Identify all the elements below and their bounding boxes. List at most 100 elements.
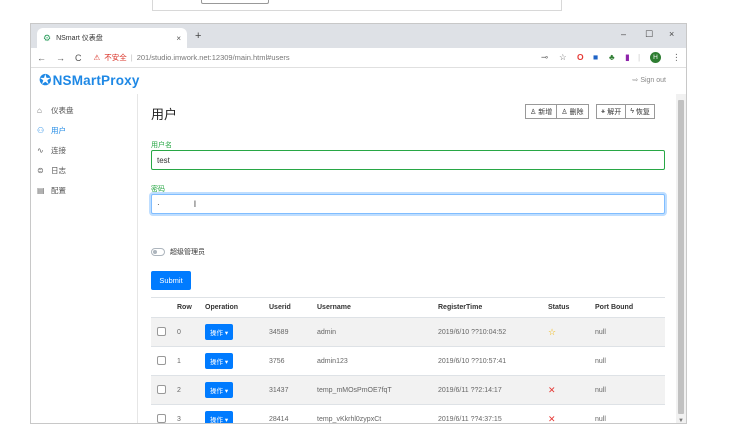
star-icon: ☆ xyxy=(548,326,557,337)
log-icon: ⊜ xyxy=(37,165,44,175)
admin-toggle[interactable]: 超级管理员 xyxy=(151,247,205,257)
userid-cell: 34589 xyxy=(269,317,317,347)
username-input[interactable]: test xyxy=(151,150,665,170)
menu-kebab-icon[interactable]: ⋮ xyxy=(672,52,681,63)
add-user-button[interactable]: ♙ 新增 xyxy=(525,104,558,119)
registertime-cell: 2019/6/11 ??2:14:17 xyxy=(438,375,548,405)
registertime-cell: 2019/6/10 ??10:57:41 xyxy=(438,346,548,376)
sidebar-item-users[interactable]: ⚇ 用户 xyxy=(31,120,137,140)
back-icon[interactable]: ← xyxy=(37,53,46,63)
submit-button[interactable]: Submit xyxy=(151,271,191,290)
password-input[interactable]: · Ⅰ xyxy=(151,194,665,214)
browser-tab[interactable]: ⚙ NSmart 仪表盘 × xyxy=(37,28,187,48)
user-plus-icon: ♙ xyxy=(530,108,537,116)
sidebar-item-dashboard[interactable]: ⌂ 仪表盘 xyxy=(31,100,137,120)
status-cell xyxy=(548,346,595,376)
operation-dropdown-button[interactable]: 操作 ▾ xyxy=(205,411,234,423)
scrollbar-thumb[interactable] xyxy=(678,100,684,414)
col-row-header: Row xyxy=(177,297,205,318)
operation-dropdown-button[interactable]: 操作 ▾ xyxy=(205,324,234,340)
userid-cell: 31437 xyxy=(269,375,317,405)
users-table: Row Operation Userid Username RegisterTi… xyxy=(151,297,665,424)
portbound-cell: null xyxy=(595,346,665,376)
onenote-icon[interactable]: ▮ xyxy=(625,52,630,63)
sidebar-item-label: 日志 xyxy=(51,165,66,175)
row-checkbox[interactable] xyxy=(157,326,166,336)
table-row: 1 操作 ▾ 3756 admin123 2019/6/10 ??10:57:4… xyxy=(151,346,665,376)
maximize-icon[interactable]: ☐ xyxy=(645,29,653,40)
sidebar-item-label: 配置 xyxy=(51,185,66,195)
scroll-down-icon[interactable]: ▼ xyxy=(678,418,684,423)
caret-down-icon: ▾ xyxy=(224,330,229,337)
logo-text: NSMartProxy xyxy=(52,72,140,88)
row-index: 3 xyxy=(177,404,205,423)
registertime-cell: 2019/6/11 ??4:37:15 xyxy=(438,404,548,423)
col-userid-header: Userid xyxy=(269,297,317,318)
sidebar-item-label: 连接 xyxy=(51,145,66,155)
restore-button[interactable]: ϟ 恢复 xyxy=(626,104,655,119)
tab-close-icon[interactable]: × xyxy=(176,34,181,43)
table-row: 0 操作 ▾ 34589 admin 2019/6/10 ??10:04:52 … xyxy=(151,317,665,347)
col-portbound-header: Port Bound xyxy=(595,297,665,318)
evernote-icon[interactable]: ♣ xyxy=(609,52,615,62)
toolbar-divider: | xyxy=(638,52,641,62)
sidebar-item-connections[interactable]: ∿ 连接 xyxy=(31,140,137,160)
table-header-row: Row Operation Userid Username RegisterTi… xyxy=(151,297,665,318)
opera-icon[interactable]: O xyxy=(577,52,584,62)
window-close-icon[interactable]: × xyxy=(669,29,674,39)
lightning-icon: ϟ xyxy=(630,108,634,115)
star-bookmark-icon[interactable]: ☆ xyxy=(559,52,567,63)
url-field[interactable]: ⚠ 不安全 | 201/studio.imwork.net:12309/main… xyxy=(94,52,290,63)
col-username-header: Username xyxy=(317,297,438,318)
extension-icon[interactable]: ■ xyxy=(593,52,598,62)
row-checkbox[interactable] xyxy=(157,355,166,365)
user-minus-icon: ♙ xyxy=(561,108,568,116)
row-index: 2 xyxy=(177,375,205,405)
main-content: 用户 ♙ 新增 ♙ 删除 ⚹ 解开 ϟ 恢复 用户名 test 密码 · Ⅰ 超… xyxy=(139,94,677,424)
row-index: 1 xyxy=(177,346,205,376)
col-operation-header: Operation xyxy=(205,297,269,318)
gear-icon: ⚙ xyxy=(43,32,52,43)
col-status-header: Status xyxy=(548,297,595,318)
home-icon: ⌂ xyxy=(37,105,42,115)
ban-actions-group: ⚹ 解开 ϟ 恢复 xyxy=(596,104,655,119)
row-checkbox[interactable] xyxy=(157,384,166,394)
row-checkbox[interactable] xyxy=(157,413,166,423)
caret-down-icon: ▾ xyxy=(224,359,229,366)
user-actions-group: ♙ 新增 ♙ 删除 xyxy=(525,104,589,119)
delete-user-button[interactable]: ♙ 删除 xyxy=(557,104,589,119)
url-text: 201/studio.imwork.net:12309/main.html#us… xyxy=(136,53,290,62)
signout-icon: ⇨ xyxy=(632,77,639,84)
operation-dropdown-button[interactable]: 操作 ▾ xyxy=(205,353,234,369)
app-header: ✪ NSMartProxy ⇨ Sign out xyxy=(31,68,686,94)
banned-icon: ✕ xyxy=(548,413,556,424)
unlink-icon: ⚹ xyxy=(601,107,606,115)
password-label: 密码 xyxy=(151,186,165,193)
file-icon: ▤ xyxy=(37,185,45,195)
signout-link[interactable]: ⇨ Sign out xyxy=(632,76,666,84)
col-registertime-header: RegisterTime xyxy=(438,297,548,318)
toggle-switch[interactable] xyxy=(151,248,165,256)
userid-cell: 28414 xyxy=(269,404,317,423)
sidebar-item-label: 用户 xyxy=(51,125,66,135)
users-icon: ⚇ xyxy=(37,125,45,135)
unban-button[interactable]: ⚹ 解开 xyxy=(596,104,627,119)
warning-icon: ⚠ xyxy=(93,53,101,62)
username-cell: admin123 xyxy=(317,346,438,376)
sidebar-item-logs[interactable]: ⊜ 日志 xyxy=(31,160,137,180)
security-warning: 不安全 xyxy=(104,53,127,62)
sidebar-item-config[interactable]: ▤ 配置 xyxy=(31,180,137,200)
key-icon[interactable]: ⊸ xyxy=(541,52,548,63)
page-title: 用户 xyxy=(151,107,178,122)
new-tab-icon[interactable]: + xyxy=(195,30,201,42)
caret-down-icon: ▾ xyxy=(224,388,229,395)
operation-dropdown-button[interactable]: 操作 ▾ xyxy=(205,382,234,398)
forward-icon[interactable]: → xyxy=(56,53,65,63)
reload-icon[interactable]: C xyxy=(75,53,82,63)
table-row: 3 操作 ▾ 28414 temp_vKkrhl0zypxCt 2019/6/1… xyxy=(151,404,665,424)
profile-avatar-icon[interactable]: H xyxy=(650,52,661,63)
app-logo[interactable]: ✪ NSMartProxy xyxy=(39,71,140,89)
page-scrollbar[interactable]: ▼ xyxy=(676,94,686,423)
minimize-icon[interactable]: – xyxy=(621,29,626,39)
browser-window: ⚙ NSmart 仪表盘 × + – ☐ × ← → C ⚠ 不安全 | 201… xyxy=(30,23,687,424)
